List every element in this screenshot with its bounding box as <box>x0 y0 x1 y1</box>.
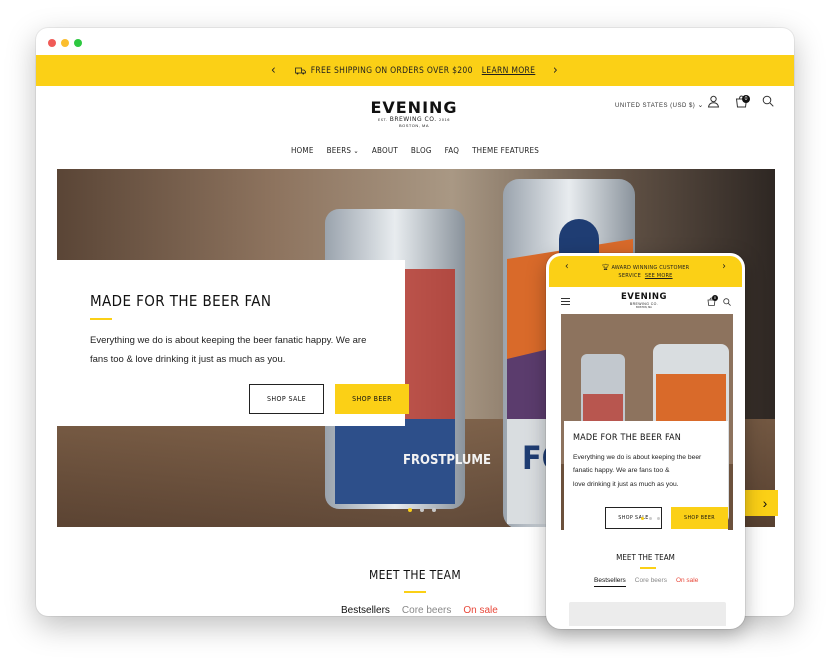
nav-item-home[interactable]: HOME <box>291 146 314 155</box>
hero-title: MADE FOR THE BEER FAN <box>90 292 272 310</box>
slide-dot[interactable] <box>432 508 436 512</box>
can-label-text: FROSTPLUME <box>403 453 492 468</box>
nav-item-beers[interactable]: BEERS ⌄ <box>327 146 359 155</box>
mobile-announcement-line2: SERVICE <box>618 273 642 279</box>
tab-bestsellers[interactable]: Bestsellers <box>594 577 626 587</box>
search-icon[interactable] <box>762 95 774 107</box>
chevron-right-icon[interactable]: › <box>553 63 558 78</box>
chevron-right-icon: › <box>762 495 768 511</box>
learn-more-link[interactable]: LEARN MORE <box>482 66 536 76</box>
logo-wordmark: EVENING <box>370 98 458 117</box>
mobile-brand-logo[interactable]: EVENING BREWING CO. BOSTON, MA <box>619 292 669 309</box>
nav-item-about[interactable]: ABOUT <box>372 146 398 155</box>
mobile-hero-body-line: fanatic happy. We are fans too & <box>573 467 670 475</box>
tab-on-sale[interactable]: On sale <box>463 605 497 616</box>
slide-dot[interactable] <box>657 517 660 520</box>
hero-content-card: MADE FOR THE BEER FAN Everything we do i… <box>57 260 409 426</box>
logo-est: EST. <box>378 118 388 122</box>
mobile-section-title-underline <box>640 567 656 569</box>
mobile-logo-wordmark: EVENING <box>620 292 668 302</box>
mobile-product-tabs: Bestsellers Core beers On sale <box>594 577 698 587</box>
logo-brewing: BREWING CO. <box>389 116 437 123</box>
mobile-hero-title: MADE FOR THE BEER FAN <box>573 433 681 443</box>
main-navigation: HOME BEERS ⌄ ABOUT BLOG FAQ THEME FEATUR… <box>36 146 794 155</box>
mobile-product-card-preview[interactable] <box>569 602 726 626</box>
trophy-icon: 🏆︎ <box>601 264 612 271</box>
slide-dot-active[interactable] <box>408 508 412 512</box>
slide-dot[interactable] <box>420 508 424 512</box>
mobile-hero-body-line: love drinking it just as much as you. <box>573 480 679 488</box>
chevron-down-icon: ⌄ <box>351 147 359 155</box>
mobile-shop-beer-button[interactable]: SHOP BEER <box>671 507 728 529</box>
minimize-window-dot[interactable] <box>61 39 69 47</box>
window-controls <box>48 39 82 47</box>
tab-on-sale[interactable]: On sale <box>676 577 698 587</box>
see-more-link[interactable]: SEE MORE <box>645 273 673 279</box>
site-header: EVENING EST. BREWING CO. 2016 BOSTON, MA… <box>36 86 794 168</box>
tab-core-beers[interactable]: Core beers <box>402 605 451 616</box>
mobile-hero-slideshow: BREWING CO. MADE FOR THE BEER FAN Everyt… <box>561 314 733 530</box>
announcement-bar: ‹ FREE SHIPPING ON ORDERS OVER $200 LEAR… <box>36 55 794 86</box>
section-title-underline <box>404 591 426 593</box>
mobile-device-preview: ‹ 🏆︎ AWARD WINNING CUSTOMER SERVICE SEE … <box>546 253 745 629</box>
currency-selector[interactable]: UNITED STATES (USD $) ⌄ <box>615 101 704 109</box>
hero-next-button[interactable]: › <box>752 490 778 516</box>
cart-count-badge: 0 <box>742 95 750 103</box>
announcement-message: FREE SHIPPING ON ORDERS OVER $200 <box>310 65 473 76</box>
shop-beer-button[interactable]: SHOP BEER <box>335 384 409 414</box>
nav-item-faq[interactable]: FAQ <box>445 146 459 155</box>
chevron-left-icon[interactable]: ‹ <box>271 63 276 78</box>
mobile-cart-count-badge: 0 <box>712 295 718 301</box>
currency-label: UNITED STATES (USD $) <box>615 103 696 109</box>
mobile-section-title: MEET THE TEAM <box>616 553 675 562</box>
mobile-announcement-line1: AWARD WINNING CUSTOMER <box>611 265 690 271</box>
maximize-window-dot[interactable] <box>74 39 82 47</box>
nav-item-blog[interactable]: BLOG <box>411 146 432 155</box>
slide-dot-active[interactable] <box>641 517 644 520</box>
tab-bestsellers[interactable]: Bestsellers <box>341 605 390 616</box>
truck-icon <box>294 67 306 74</box>
search-icon[interactable] <box>723 298 731 306</box>
account-icon[interactable] <box>707 95 720 108</box>
nav-item-theme-features[interactable]: THEME FEATURES <box>472 146 539 155</box>
mobile-logo-location: BOSTON, MA <box>636 306 652 309</box>
chevron-down-icon: ⌄ <box>697 102 704 109</box>
tab-core-beers[interactable]: Core beers <box>635 577 667 587</box>
title-underline <box>90 318 112 320</box>
nav-item-beers-label: BEERS <box>326 146 352 155</box>
mobile-announcement-bar: ‹ 🏆︎ AWARD WINNING CUSTOMER SERVICE SEE … <box>549 256 742 287</box>
chevron-left-icon[interactable]: ‹ <box>565 262 569 272</box>
hamburger-menu-icon[interactable] <box>561 298 570 305</box>
mobile-shop-sale-button[interactable]: SHOP SALE <box>605 507 662 529</box>
close-window-dot[interactable] <box>48 39 56 47</box>
logo-year: 2016 <box>439 118 450 122</box>
chevron-right-icon[interactable]: › <box>722 262 726 272</box>
announcement-text: FREE SHIPPING ON ORDERS OVER $200 LEARN … <box>294 65 536 76</box>
mobile-hero-body-line: Everything we do is about keeping the be… <box>573 454 702 461</box>
hero-description: Everything we do is about keeping the be… <box>90 335 367 365</box>
logo-subtitle: EST. BREWING CO. 2016 <box>368 116 460 123</box>
product-tabs: Bestsellers Core beers On sale <box>341 605 498 616</box>
mobile-hero-description: Everything we do is about keeping the be… <box>573 451 728 491</box>
brand-logo[interactable]: EVENING EST. BREWING CO. 2016 BOSTON, MA <box>368 98 460 128</box>
shop-sale-button[interactable]: SHOP SALE <box>249 384 324 414</box>
slide-dot[interactable] <box>649 517 652 520</box>
mobile-hero-content-card: MADE FOR THE BEER FAN Everything we do i… <box>564 421 728 530</box>
logo-location: BOSTON, MA <box>398 123 430 128</box>
